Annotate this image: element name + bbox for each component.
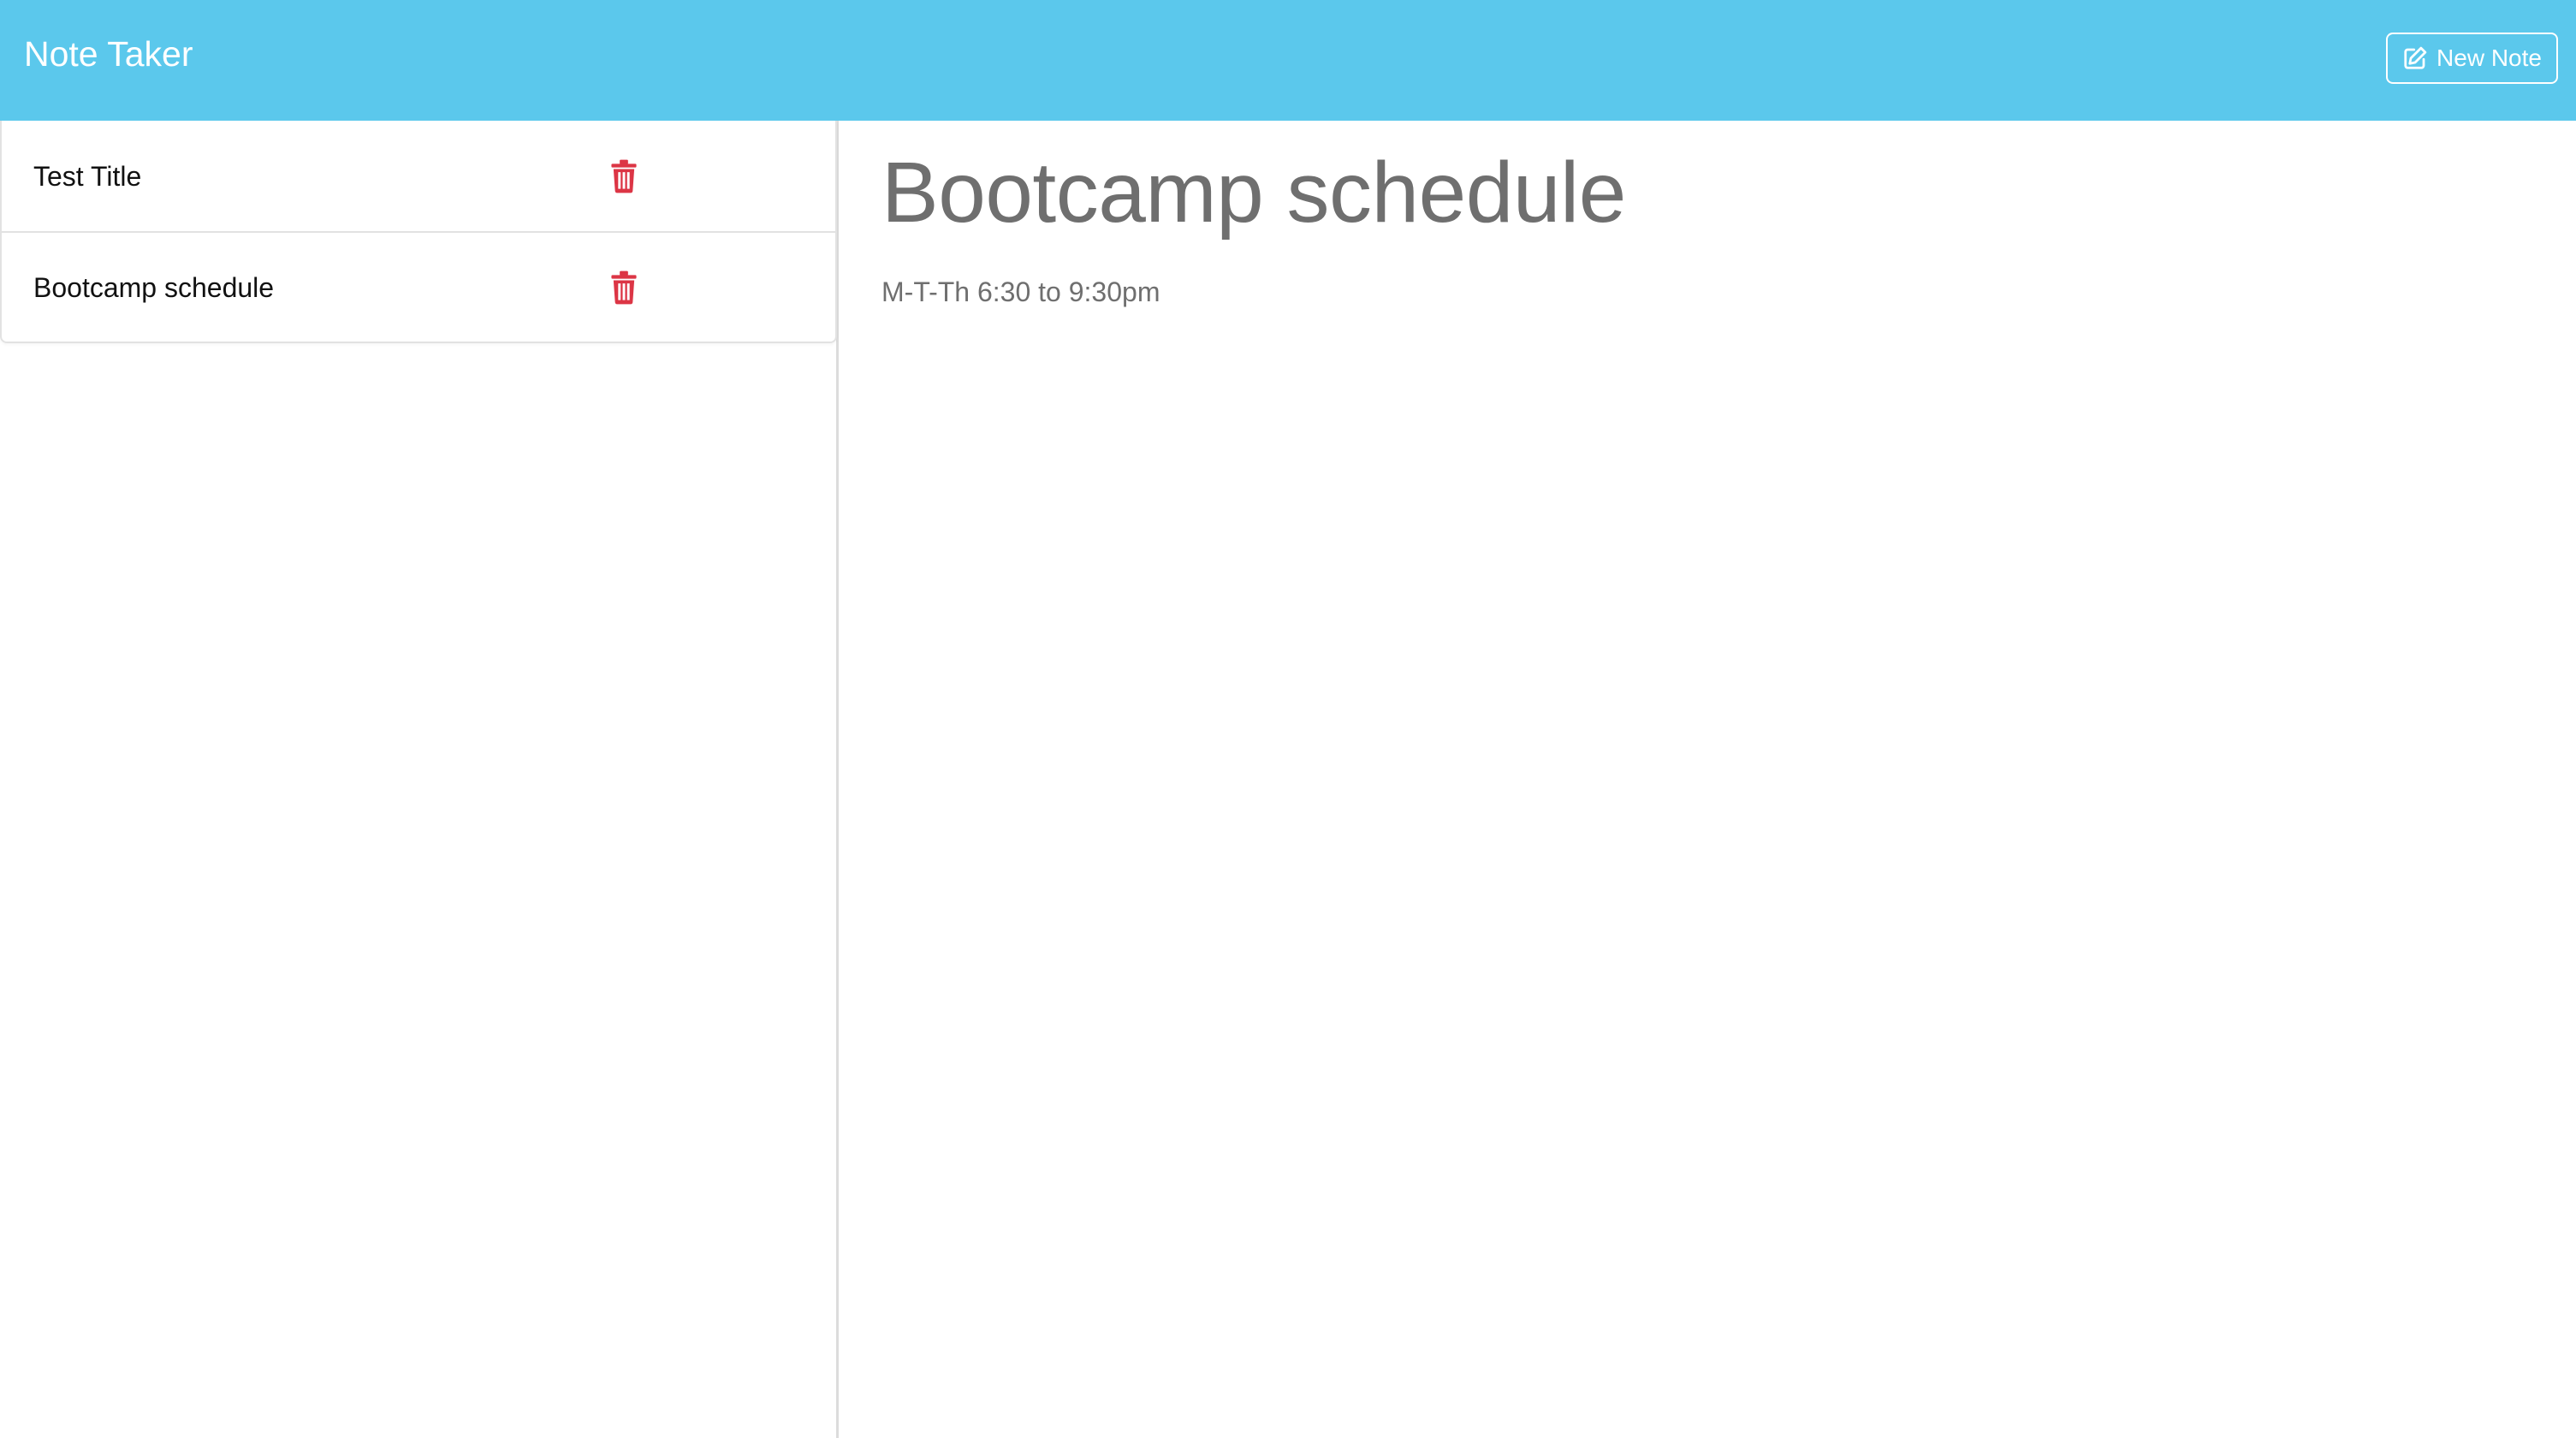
note-text-view[interactable]: M-T-Th 6:30 to 9:30pm [881, 275, 2576, 309]
note-title-view[interactable]: Bootcamp schedule [881, 145, 2576, 241]
new-note-label: New Note [2437, 45, 2542, 71]
note-sidebar: Test Title Bootcamp schedule [0, 121, 839, 1438]
edit-icon [2402, 45, 2428, 71]
navbar: Note Taker New Note [0, 0, 2576, 121]
note-list-item-title: Bootcamp schedule [33, 271, 275, 303]
brand-title[interactable]: Note Taker [24, 33, 193, 75]
note-editor: Bootcamp schedule M-T-Th 6:30 to 9:30pm [841, 121, 2576, 1438]
note-list-item-bootcamp-schedule[interactable]: Bootcamp schedule [2, 231, 835, 342]
note-list: Test Title Bootcamp schedule [0, 121, 837, 343]
trash-icon[interactable] [609, 270, 638, 305]
note-list-item-test-title[interactable]: Test Title [2, 121, 835, 231]
trash-icon[interactable] [609, 159, 638, 193]
note-list-item-title: Test Title [33, 160, 142, 192]
new-note-button[interactable]: New Note [2386, 33, 2558, 84]
